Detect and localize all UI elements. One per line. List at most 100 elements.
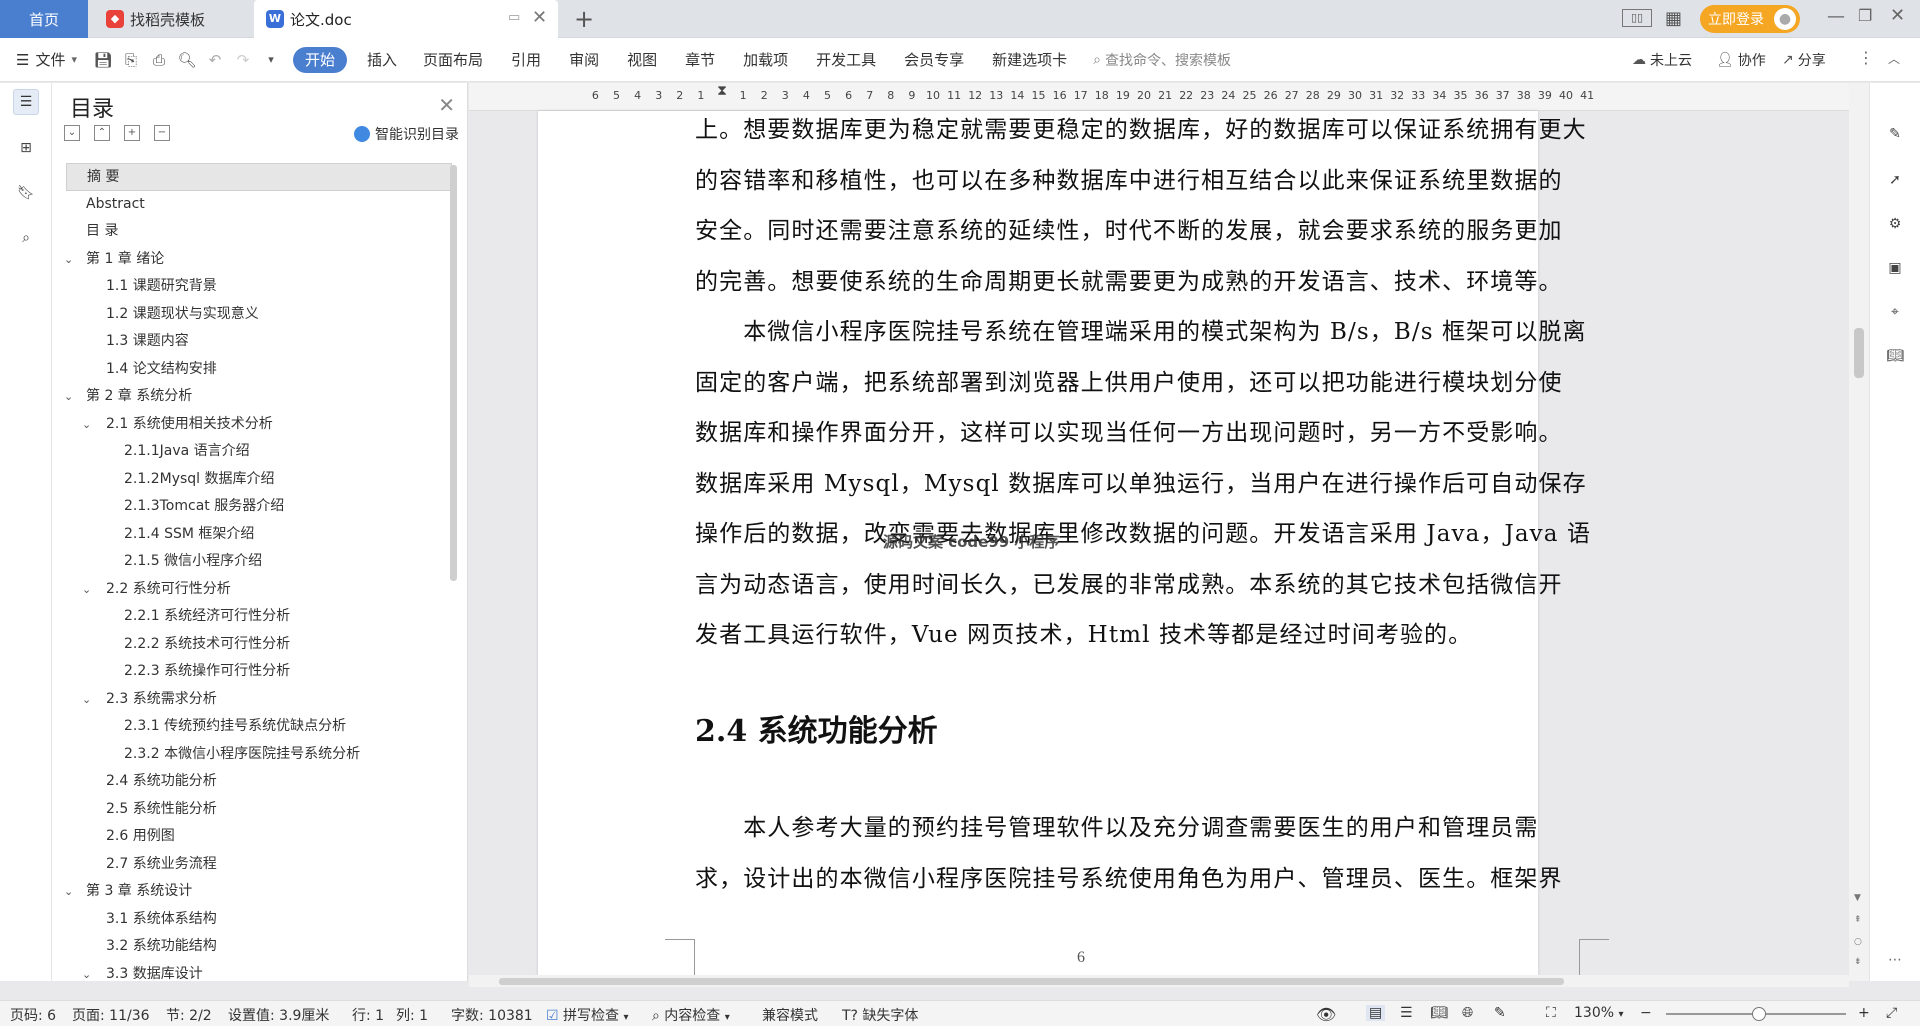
save-icon[interactable]: 💾︎ bbox=[93, 50, 113, 70]
collapse-all-icon[interactable]: ⌄ bbox=[64, 125, 80, 141]
status-page[interactable]: 页面: 11/36 bbox=[72, 1005, 150, 1025]
toc-icon[interactable]: ☰ bbox=[13, 89, 39, 115]
menu-addins[interactable]: 加载项 bbox=[729, 45, 802, 75]
menu-view[interactable]: 视图 bbox=[613, 45, 671, 75]
navigation-icon[interactable]: ⊞ bbox=[13, 135, 39, 161]
chevron-down-icon[interactable]: ⌄ bbox=[82, 576, 91, 604]
menu-references[interactable]: 引用 bbox=[497, 45, 555, 75]
toc-item[interactable]: ⌄ 3.3 数据库设计 bbox=[66, 961, 452, 989]
toc-item[interactable]: 2.1.4 SSM 框架介绍 bbox=[66, 521, 452, 549]
status-setting[interactable]: 设置值: 3.9厘米 bbox=[228, 1005, 329, 1025]
zoom-slider-thumb[interactable] bbox=[1752, 1007, 1766, 1021]
add-item-icon[interactable]: + bbox=[124, 125, 140, 141]
indent-marker-icon[interactable]: ⧗ bbox=[717, 83, 727, 99]
horizontal-scrollbar[interactable] bbox=[469, 975, 1849, 987]
command-search[interactable]: ⌕ 查找命令、搜索模板 bbox=[1081, 45, 1243, 75]
status-page-code[interactable]: 页码: 6 bbox=[10, 1005, 56, 1025]
pen-view-icon[interactable]: ✎ bbox=[1494, 1005, 1506, 1021]
scroll-down-icon[interactable]: ▼ bbox=[1854, 893, 1861, 903]
tab-template[interactable]: ◆ 找稻壳模板 bbox=[90, 0, 252, 38]
toc-item[interactable]: 1.3 课题内容 bbox=[66, 328, 452, 356]
missing-font-button[interactable]: T? 缺失字体 bbox=[842, 1005, 918, 1025]
image-tools-icon[interactable]: ▣ bbox=[1884, 257, 1906, 279]
status-col[interactable]: 列: 1 bbox=[396, 1005, 428, 1025]
minimize-icon[interactable]: — bbox=[1827, 6, 1845, 27]
smart-toc-button[interactable]: 智能识别目录 bbox=[354, 124, 459, 144]
vertical-scroll-thumb[interactable] bbox=[1854, 328, 1864, 378]
chevron-down-icon[interactable]: ⌄ bbox=[82, 686, 91, 714]
spell-check-button[interactable]: ☑ 拼写检查 ▾ bbox=[546, 1005, 629, 1025]
toc-item[interactable]: 2.3.2 本微信小程序医院挂号系统分析 bbox=[66, 741, 452, 769]
layout-icon[interactable]: ▯▯ bbox=[1622, 9, 1652, 27]
eye-protection-icon[interactable]: 👁︎ bbox=[1316, 1005, 1336, 1024]
tab-home[interactable]: 首页 bbox=[0, 0, 88, 38]
bookmark-icon[interactable]: 🔖︎ bbox=[13, 180, 39, 206]
toc-item[interactable]: 1.4 论文结构安排 bbox=[66, 356, 452, 384]
expand-all-icon[interactable]: ⌃ bbox=[94, 125, 110, 141]
toc-item[interactable]: 3.1 系统体系结构 bbox=[66, 906, 452, 934]
toc-item[interactable]: ⌄ 第 3 章 系统设计 bbox=[64, 878, 452, 906]
restore-icon[interactable]: ❐ bbox=[1858, 6, 1872, 25]
status-row[interactable]: 行: 1 bbox=[352, 1005, 384, 1025]
new-tab-icon[interactable]: + bbox=[574, 5, 594, 33]
zoom-in-icon[interactable]: + bbox=[1858, 1005, 1870, 1021]
remove-item-icon[interactable]: − bbox=[154, 125, 170, 141]
float-window-icon[interactable]: ▭ bbox=[508, 10, 520, 25]
find-icon[interactable]: ⌕ bbox=[13, 225, 39, 251]
select-icon[interactable]: ➚ bbox=[1884, 169, 1906, 191]
edit-icon[interactable]: ✎ bbox=[1884, 123, 1906, 145]
status-word-count[interactable]: 字数: 10381 bbox=[451, 1005, 533, 1025]
share-button[interactable]: ↗ 分享 bbox=[1782, 50, 1826, 70]
menu-new-tab[interactable]: 新建选项卡 bbox=[978, 45, 1081, 75]
menu-insert[interactable]: 插入 bbox=[355, 45, 409, 75]
settings-sliders-icon[interactable]: ⚙ bbox=[1884, 213, 1906, 235]
toc-item[interactable]: ⌄ 第 2 章 系统分析 bbox=[64, 383, 452, 411]
toc-item[interactable]: 2.2.2 系统技术可行性分析 bbox=[66, 631, 452, 659]
horizontal-scroll-thumb[interactable] bbox=[499, 978, 1564, 985]
toc-scrollbar[interactable] bbox=[450, 165, 457, 581]
select-browse-icon[interactable]: ○ bbox=[1854, 937, 1862, 947]
toc-item[interactable]: 2.3.1 传统预约挂号系统优缺点分析 bbox=[66, 713, 452, 741]
prev-page-icon[interactable]: ⇞ bbox=[1854, 915, 1862, 925]
toc-item[interactable]: 2.7 系统业务流程 bbox=[66, 851, 452, 879]
next-page-icon[interactable]: ⇟ bbox=[1854, 957, 1862, 967]
more-dots-icon[interactable]: ⋯ bbox=[1884, 949, 1906, 971]
toc-item[interactable]: 1.1 课题研究背景 bbox=[66, 273, 452, 301]
toc-item[interactable]: 3.2 系统功能结构 bbox=[66, 933, 452, 961]
page-view-icon[interactable]: ▤ bbox=[1366, 1005, 1386, 1021]
toc-item[interactable]: ⌄ 2.3 系统需求分析 bbox=[66, 686, 452, 714]
toc-item[interactable]: 2.1.1Java 语言介绍 bbox=[66, 438, 452, 466]
close-icon[interactable]: ✕ bbox=[438, 93, 455, 117]
chevron-down-icon[interactable]: ⌄ bbox=[82, 411, 91, 439]
toc-item[interactable]: 2.5 系统性能分析 bbox=[66, 796, 452, 824]
toc-item[interactable]: ⌄ 第 1 章 绪论 bbox=[64, 246, 452, 274]
quick-access-dropdown-icon[interactable]: ▾ bbox=[261, 50, 281, 70]
tab-document[interactable]: W 论文.doc ▭ ✕ bbox=[254, 0, 558, 38]
fullscreen-icon[interactable]: ⤢ bbox=[1886, 1005, 1897, 1021]
apps-grid-icon[interactable]: ▦ bbox=[1665, 8, 1682, 29]
menu-review[interactable]: 审阅 bbox=[555, 45, 613, 75]
status-section[interactable]: 节: 2/2 bbox=[166, 1005, 212, 1025]
redo-icon[interactable]: ↷ bbox=[233, 50, 253, 70]
toc-item[interactable]: 目 录 bbox=[66, 218, 452, 246]
menu-start[interactable]: 开始 bbox=[293, 46, 348, 73]
compat-mode[interactable]: 兼容模式 bbox=[762, 1005, 818, 1025]
toc-item[interactable]: ⌄ 2.2 系统可行性分析 bbox=[66, 576, 452, 604]
document-page[interactable]: 上。想要数据库更为稳定就需要更稳定的数据库，好的数据库可以保证系统拥有更大 的容错… bbox=[538, 111, 1609, 981]
chevron-down-icon[interactable]: ⌄ bbox=[82, 961, 91, 989]
fit-page-icon[interactable]: ⛶ bbox=[1546, 1005, 1556, 1021]
menu-member[interactable]: 会员专享 bbox=[890, 45, 978, 75]
vertical-scrollbar[interactable]: ▼ ⇞ ○ ⇟ bbox=[1849, 83, 1869, 981]
toc-item[interactable]: 2.4 系统功能分析 bbox=[66, 768, 452, 796]
chevron-down-icon[interactable]: ⌄ bbox=[64, 246, 73, 274]
export-pdf-icon[interactable]: ⎘ bbox=[121, 50, 141, 70]
toc-item[interactable]: 2.1.3Tomcat 服务器介绍 bbox=[66, 493, 452, 521]
toc-item[interactable]: ⌄ 2.1 系统使用相关技术分析 bbox=[66, 411, 452, 439]
toc-item[interactable]: 2.6 用例图 bbox=[66, 823, 452, 851]
toc-item[interactable]: Abstract bbox=[66, 191, 452, 219]
undo-icon[interactable]: ↶ bbox=[205, 50, 225, 70]
more-icon[interactable]: ⋮ bbox=[1858, 48, 1874, 67]
content-check-button[interactable]: ⌕ 内容检查 ▾ bbox=[652, 1005, 730, 1025]
print-icon[interactable]: ⎙ bbox=[149, 50, 169, 70]
close-tab-icon[interactable]: ✕ bbox=[532, 7, 547, 28]
